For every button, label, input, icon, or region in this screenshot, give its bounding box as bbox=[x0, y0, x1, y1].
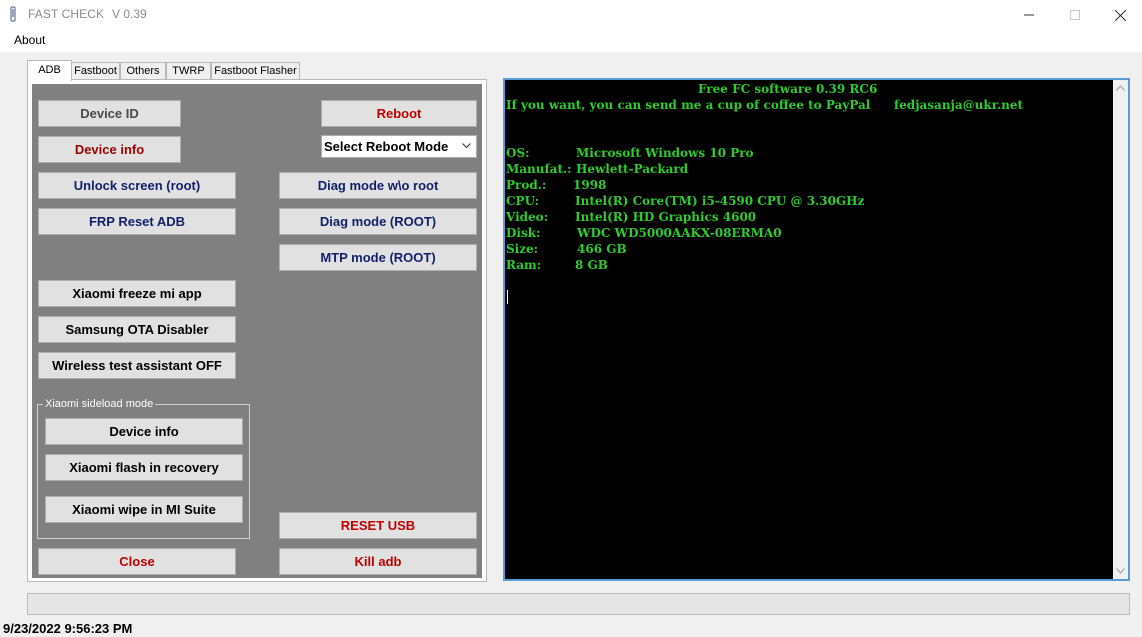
adb-tab-page: Device ID Device info Unlock screen (roo… bbox=[27, 79, 487, 582]
console-value-disk: WDC WD5000AAKX-08ERMA0 bbox=[577, 226, 782, 240]
console-scrollbar[interactable] bbox=[1113, 80, 1128, 579]
xiaomi-freeze-button[interactable]: Xiaomi freeze mi app bbox=[38, 280, 236, 307]
reboot-mode-value: Select Reboot Mode bbox=[324, 139, 449, 154]
tab-fastboot-flasher[interactable]: Fastboot Flasher bbox=[211, 62, 300, 80]
samsung-ota-button[interactable]: Samsung OTA Disabler bbox=[38, 316, 236, 343]
console-key-cpu: CPU: bbox=[506, 194, 540, 208]
diag-mode-root-button[interactable]: Diag mode (ROOT) bbox=[279, 208, 477, 235]
chevron-down-icon bbox=[462, 143, 471, 149]
minimize-button[interactable] bbox=[1006, 0, 1052, 30]
app-icon bbox=[10, 6, 16, 22]
console-key-disk: Disk: bbox=[506, 226, 541, 240]
tab-others[interactable]: Others bbox=[120, 62, 166, 80]
text-caret bbox=[507, 290, 508, 304]
console-output[interactable]: Free FC software 0.39 RC6 If you want, y… bbox=[503, 78, 1130, 581]
kill-adb-button[interactable]: Kill adb bbox=[279, 548, 477, 575]
tab-adb[interactable]: ADB bbox=[27, 60, 72, 81]
frp-reset-button[interactable]: FRP Reset ADB bbox=[38, 208, 236, 235]
console-key-video: Video: bbox=[506, 210, 549, 224]
chevron-up-icon[interactable] bbox=[1116, 85, 1125, 91]
window-title: FAST CHECK bbox=[28, 7, 105, 21]
chevron-down-icon[interactable] bbox=[1116, 568, 1125, 574]
status-bar: 9/23/2022 9:56:23 PM bbox=[0, 620, 1142, 637]
close-button[interactable]: Close bbox=[38, 548, 236, 575]
console-value-video: Intel(R) HD Graphics 4600 bbox=[575, 210, 757, 224]
reboot-mode-select[interactable]: Select Reboot Mode bbox=[321, 135, 477, 158]
wireless-test-button[interactable]: Wireless test assistant OFF bbox=[38, 352, 236, 379]
title-bar: FAST CHECK V 0.39 bbox=[0, 0, 1142, 30]
console-key-os: OS: bbox=[506, 146, 530, 160]
status-datetime: 9/23/2022 9:56:23 PM bbox=[3, 621, 133, 636]
xiaomi-wipe-button[interactable]: Xiaomi wipe in MI Suite bbox=[45, 496, 243, 523]
sideload-device-info-button[interactable]: Device info bbox=[45, 418, 243, 445]
console-value-prod: 1998 bbox=[573, 178, 607, 192]
console-value-os: Microsoft Windows 10 Pro bbox=[576, 146, 754, 160]
sideload-groupbox: Xiaomi sideload mode Device info Xiaomi … bbox=[37, 398, 250, 539]
device-info-button[interactable]: Device info bbox=[38, 136, 181, 163]
adb-button-panel: Device ID Device info Unlock screen (roo… bbox=[32, 84, 482, 578]
menu-bar: About bbox=[0, 30, 1142, 52]
mtp-mode-root-button[interactable]: MTP mode (ROOT) bbox=[279, 244, 477, 271]
close-icon bbox=[1114, 9, 1126, 21]
window-version: V 0.39 bbox=[112, 7, 147, 21]
console-value-ram: 8 GB bbox=[575, 258, 608, 272]
maximize-icon bbox=[1070, 10, 1080, 20]
console-key-size: Size: bbox=[506, 242, 539, 256]
console-value-size: 466 GB bbox=[577, 242, 627, 256]
menu-about[interactable]: About bbox=[14, 33, 45, 47]
tab-fastboot[interactable]: Fastboot bbox=[71, 62, 120, 80]
reboot-button[interactable]: Reboot bbox=[321, 100, 477, 127]
console-key-manufacturer: Manufat.: bbox=[506, 162, 572, 176]
device-id-button[interactable]: Device ID bbox=[38, 100, 181, 127]
tab-twrp[interactable]: TWRP bbox=[166, 62, 211, 80]
console-value-manufacturer: Hewlett-Packard bbox=[576, 162, 689, 176]
close-window-button[interactable] bbox=[1097, 0, 1142, 30]
sideload-group-label: Xiaomi sideload mode bbox=[43, 398, 156, 410]
diag-mode-no-root-button[interactable]: Diag mode w\o root bbox=[279, 172, 477, 199]
reset-usb-button[interactable]: RESET USB bbox=[279, 512, 477, 539]
console-key-prod: Prod.: bbox=[506, 178, 547, 192]
xiaomi-flash-recovery-button[interactable]: Xiaomi flash in recovery bbox=[45, 454, 243, 481]
maximize-button[interactable] bbox=[1052, 0, 1098, 30]
unlock-screen-button[interactable]: Unlock screen (root) bbox=[38, 172, 236, 199]
console-value-cpu: Intel(R) Core(TM) i5-4590 CPU @ 3.30GHz bbox=[575, 194, 865, 208]
console-coffee-line: If you want, you can send me a cup of co… bbox=[506, 98, 871, 112]
console-email: fedjasanja@ukr.net bbox=[894, 98, 1024, 112]
console-header: Free FC software 0.39 RC6 bbox=[698, 82, 878, 96]
minimize-icon bbox=[1024, 14, 1034, 16]
console-key-ram: Ram: bbox=[506, 258, 542, 272]
progress-bar bbox=[27, 593, 1130, 615]
